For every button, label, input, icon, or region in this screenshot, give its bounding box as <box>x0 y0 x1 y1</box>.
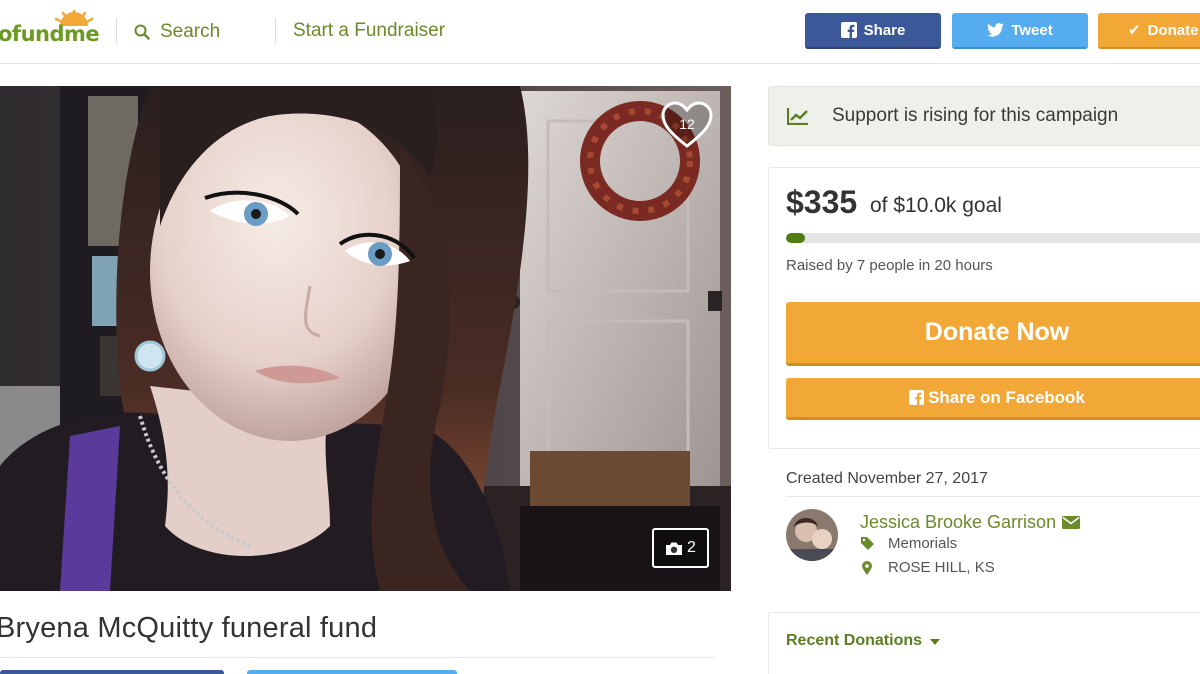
campaign-title: Bryena McQuitty funeral fund <box>0 612 378 644</box>
search-icon <box>134 24 150 40</box>
donate-now-button[interactable]: Donate Now <box>786 302 1200 366</box>
header-donate-button[interactable]: ✔ Donate <box>1098 13 1200 49</box>
share-on-facebook-button[interactable]: Share on Facebook <box>786 378 1200 420</box>
divider <box>786 496 1200 497</box>
photo-count-button[interactable]: 2 <box>652 528 709 568</box>
twitter-icon <box>987 23 1005 37</box>
share-facebook-button-edge[interactable] <box>0 670 224 674</box>
tweet-button[interactable]: Tweet <box>952 13 1088 49</box>
check-icon: ✔ <box>1128 22 1141 39</box>
organizer-avatar[interactable] <box>786 509 838 561</box>
envelope-icon[interactable] <box>1062 516 1081 529</box>
portrait-image <box>0 86 731 591</box>
share-on-facebook-label: Share on Facebook <box>928 387 1085 407</box>
recent-donations-toggle[interactable]: Recent Donations <box>786 632 941 650</box>
location-row: ROSE HILL, KS <box>860 559 995 576</box>
gofundme-logo[interactable]: ofundme <box>0 10 100 50</box>
tweet-label: Tweet <box>1011 21 1053 39</box>
share-label: Share <box>863 21 906 39</box>
progress-fill <box>786 233 805 243</box>
start-fundraiser-link[interactable]: Start a Fundraiser <box>293 20 445 42</box>
favorites-count: 12 <box>679 116 695 132</box>
trend-chart-icon <box>787 108 808 125</box>
rising-text: Support is rising for this campaign <box>832 105 1119 126</box>
map-pin-icon <box>860 560 874 575</box>
progress-bar <box>786 233 1200 243</box>
nav-divider <box>116 18 117 44</box>
photo-count-number: 2 <box>687 539 696 556</box>
facebook-icon <box>909 390 925 405</box>
campaign-photo[interactable] <box>0 86 731 591</box>
share-button[interactable]: Share <box>805 13 941 49</box>
donate-label: Donate <box>1147 21 1199 39</box>
logo-text: ofundme <box>0 22 100 46</box>
top-nav-bar: ofundme Search Start a Fundraiser Share … <box>0 0 1200 64</box>
tag-icon <box>860 537 874 550</box>
organizer-link[interactable]: Jessica Brooke Garrison <box>860 512 1081 533</box>
category-label: Memorials <box>888 535 958 552</box>
nav-divider <box>275 18 276 44</box>
goal-text: of $10.0k goal <box>870 194 1002 217</box>
location-label: ROSE HILL, KS <box>888 559 995 576</box>
share-twitter-button-edge[interactable] <box>247 670 457 674</box>
camera-icon <box>666 542 683 555</box>
search-link[interactable]: Search <box>134 20 220 44</box>
category-row[interactable]: Memorials <box>860 535 957 552</box>
organizer-name: Jessica Brooke Garrison <box>860 512 1057 532</box>
divider <box>0 657 715 658</box>
amount-raised: $335 <box>786 184 858 220</box>
recent-donations-label: Recent Donations <box>786 632 923 649</box>
facebook-icon <box>840 22 857 38</box>
rising-banner: Support is rising for this campaign <box>768 86 1200 146</box>
created-date: Created November 27, 2017 <box>786 470 988 487</box>
avatar-image <box>786 509 838 561</box>
search-label: Search <box>160 21 221 42</box>
raised-by-text: Raised by 7 people in 20 hours <box>786 257 993 274</box>
caret-down-icon <box>930 639 941 645</box>
